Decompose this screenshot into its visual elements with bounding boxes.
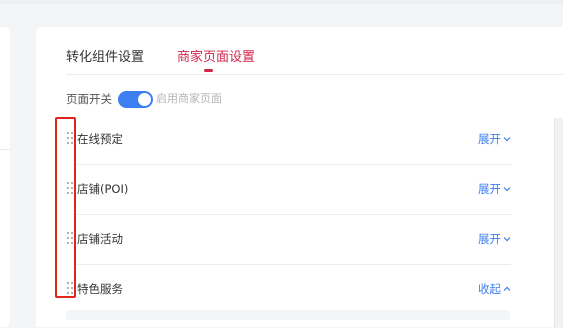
page-switch-row: 页面开关 启用商家页面 [66,90,222,108]
settings-panel: 转化组件设置 商家页面设置 页面开关 启用商家页面 在线预定 展开 店铺(POI… [36,27,563,327]
section-title: 店铺活动 [77,232,123,246]
section-store-poi: 店铺(POI) 展开 [66,165,511,215]
section-store-activities: 店铺活动 展开 [66,215,511,265]
drag-handle-icon[interactable] [67,232,75,246]
expand-button[interactable]: 展开 [478,180,511,198]
tab-merchant-page-settings[interactable]: 商家页面设置 [177,49,255,67]
section-online-booking: 在线预定 展开 [66,115,511,165]
section-title: 在线预定 [77,132,123,146]
expand-button[interactable]: 展开 [478,130,511,148]
featured-services-body [66,310,510,320]
left-panel-divider [0,149,10,150]
section-title: 特色服务 [77,282,123,296]
collapse-label: 收起 [478,282,501,296]
page-switch-toggle[interactable] [118,90,153,108]
chevron-down-icon [503,137,511,142]
page-switch-text: 启用商家页面 [156,92,222,105]
expand-button[interactable]: 展开 [478,230,511,248]
page-switch-label: 页面开关 [66,92,112,106]
drag-handle-icon[interactable] [67,282,75,296]
tabs-divider [66,74,563,75]
active-tab-indicator [204,69,213,72]
tab-conversion-widget-settings[interactable]: 转化组件设置 [66,49,144,67]
expand-label: 展开 [478,132,501,146]
drag-handle-icon[interactable] [67,182,75,196]
chevron-down-icon [503,187,511,192]
drag-handle-icon[interactable] [67,132,75,146]
chevron-down-icon [503,237,511,242]
switch-knob [138,92,151,106]
section-featured-services: 特色服务 收起 [66,265,511,315]
collapse-button[interactable]: 收起 [478,280,511,298]
section-title: 店铺(POI) [77,182,129,196]
chevron-up-icon [503,286,511,291]
right-panel [554,118,563,328]
expand-label: 展开 [478,182,501,196]
top-strip [0,0,563,4]
expand-label: 展开 [478,232,501,246]
left-panel [0,27,10,327]
